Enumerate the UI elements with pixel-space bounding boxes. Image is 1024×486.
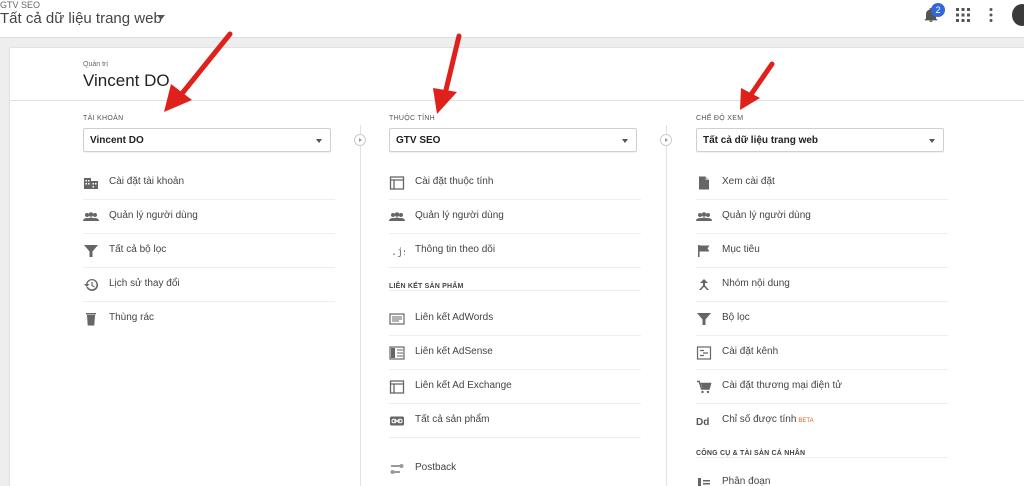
ad-exchange-linking-item[interactable]: Liên kết Ad Exchange: [389, 370, 641, 404]
more-vert-icon[interactable]: [988, 7, 994, 23]
sidebar-item-label: Quản lý người dùng: [415, 210, 504, 221]
trash-icon: [86, 313, 96, 326]
sidebar-item-label: Quản lý người dùng: [722, 210, 811, 221]
sidebar-item-label: Postback: [415, 462, 457, 473]
filter-icon: [697, 313, 711, 325]
chevron-down-icon: [622, 139, 628, 143]
divider: [696, 457, 948, 458]
sidebar-item-label: Tất cả sản phẩm: [415, 414, 490, 425]
column-divider: [360, 125, 361, 486]
account-dropdown-value: Vincent DO: [90, 135, 144, 146]
sidebar-item-label: Tất cả bộ lọc: [109, 244, 167, 255]
view-dropdown[interactable]: Tất cả dữ liệu trang web: [696, 128, 944, 152]
filter-icon: [84, 245, 98, 257]
chevron-down-icon: [929, 139, 935, 143]
account-user-management-item[interactable]: Quản lý người dùng: [83, 200, 335, 234]
column-divider: [666, 125, 667, 486]
notification-badge: 2: [931, 3, 945, 17]
adwords-icon: [389, 313, 405, 325]
goals-item[interactable]: Mục tiêu: [696, 234, 948, 268]
sidebar-item-label: Liên kết Ad Exchange: [415, 380, 512, 391]
history-icon: [84, 278, 99, 291]
sidebar-item-label: Liên kết AdSense: [415, 346, 493, 357]
content-grouping-item[interactable]: Nhóm nội dung: [696, 268, 948, 302]
account-trash-item[interactable]: Thùng rác: [83, 302, 335, 336]
sidebar-item-label: Phân đoạn: [722, 476, 771, 486]
dd-icon: Dd: [696, 417, 709, 428]
product-linking-heading: LIÊN KẾT SẢN PHẨM: [389, 283, 464, 290]
property-dropdown[interactable]: GTV SEO: [389, 128, 637, 152]
sidebar-item-label: Chỉ số được tính BETA: [722, 414, 814, 425]
avatar[interactable]: [1012, 4, 1024, 26]
segments-item[interactable]: Phân đoạn: [696, 466, 948, 486]
sidebar-item-label: Cài đặt kênh: [722, 346, 779, 357]
account-all-filters-item[interactable]: Tất cả bộ lọc: [83, 234, 335, 268]
postback-item[interactable]: Postback: [389, 452, 641, 486]
svg-text:.js: .js: [391, 247, 405, 258]
sidebar-item-label: Thùng rác: [109, 312, 155, 323]
adsense-linking-item[interactable]: Liên kết AdSense: [389, 336, 641, 370]
sidebar-item-label: Bộ lọc: [722, 312, 750, 323]
cart-icon: [697, 380, 712, 394]
property-dropdown-value: GTV SEO: [396, 135, 441, 146]
sidebar-item-label: Cài đặt tài khoản: [109, 176, 185, 187]
admin-label: Quản trị: [83, 61, 108, 68]
sidebar-item-label: Nhóm nội dung: [722, 278, 790, 289]
view-user-management-item[interactable]: Quản lý người dùng: [696, 200, 948, 234]
ad-exchange-icon: [389, 380, 405, 394]
adsense-icon: [389, 346, 405, 360]
view-filters-item[interactable]: Bộ lọc: [696, 302, 948, 336]
chevron-down-icon[interactable]: [157, 15, 165, 20]
annotation-arrow-icon: [433, 33, 462, 114]
window-icon: [389, 176, 405, 190]
property-settings-item[interactable]: Cài đặt thuộc tính: [389, 166, 641, 200]
flag-icon: [698, 245, 710, 257]
property-user-management-item[interactable]: Quản lý người dùng: [389, 200, 641, 234]
js-icon: .js: [391, 247, 405, 258]
sidebar-item-label: Cài đặt thương mại điện tử: [722, 380, 843, 391]
users-icon: [696, 212, 712, 221]
account-change-history-item[interactable]: Lịch sử thay đổi: [83, 268, 335, 302]
account-dropdown[interactable]: Vincent DO: [83, 128, 331, 152]
svg-text:Dd: Dd: [696, 417, 709, 428]
account-name-small: GTV SEO: [0, 0, 41, 10]
document-icon: [699, 176, 709, 190]
tracking-info-item[interactable]: .js Thông tin theo dõi: [389, 234, 641, 268]
all-products-item[interactable]: Tất cả sản phẩm: [389, 404, 641, 438]
sidebar-item-label: Cài đặt thuộc tính: [415, 176, 494, 187]
view-selector[interactable]: Tất cả dữ liệu trang web: [0, 10, 162, 27]
account-settings-item[interactable]: Cài đặt tài khoản: [83, 166, 335, 200]
apps-grid-icon[interactable]: [956, 8, 970, 22]
divider: [389, 290, 641, 291]
calculated-metrics-label: Chỉ số được tính: [722, 414, 797, 425]
account-heading: TÀI KHOẢN: [83, 115, 124, 122]
view-settings-item[interactable]: Xem cài đặt: [696, 166, 948, 200]
sidebar-item-label: Thông tin theo dõi: [415, 244, 496, 255]
personal-tools-heading: CÔNG CỤ & TÀI SẢN CÁ NHÂN: [696, 450, 806, 457]
calculated-metrics-item[interactable]: Dd Chỉ số được tính BETA: [696, 404, 948, 438]
content-group-icon: [699, 279, 709, 290]
chevron-right-icon: [354, 134, 366, 146]
annotation-arrow-icon: [740, 61, 775, 110]
sidebar-item-label: Lịch sử thay đổi: [109, 278, 180, 289]
chevron-right-icon: [660, 134, 672, 146]
sidebar-item-label: Xem cài đặt: [722, 176, 775, 187]
channel-icon: [696, 346, 712, 360]
annotation-arrow-icon: [164, 31, 233, 112]
users-icon: [83, 212, 99, 221]
view-dropdown-value: Tất cả dữ liệu trang web: [703, 135, 819, 146]
postback-icon: [390, 464, 404, 474]
ecommerce-settings-item[interactable]: Cài đặt thương mại điện tử: [696, 370, 948, 404]
sidebar-item-label: Quản lý người dùng: [109, 210, 198, 221]
channel-settings-item[interactable]: Cài đặt kênh: [696, 336, 948, 370]
adwords-linking-item[interactable]: Liên kết AdWords: [389, 302, 641, 336]
beta-badge: BETA: [798, 418, 814, 424]
segments-icon: [698, 478, 710, 486]
building-icon: [84, 178, 98, 189]
chevron-down-icon: [316, 139, 322, 143]
link-icon: [390, 416, 404, 426]
sidebar-item-label: Liên kết AdWords: [415, 312, 494, 323]
users-icon: [389, 212, 405, 221]
sidebar-item-label: Mục tiêu: [722, 244, 760, 255]
